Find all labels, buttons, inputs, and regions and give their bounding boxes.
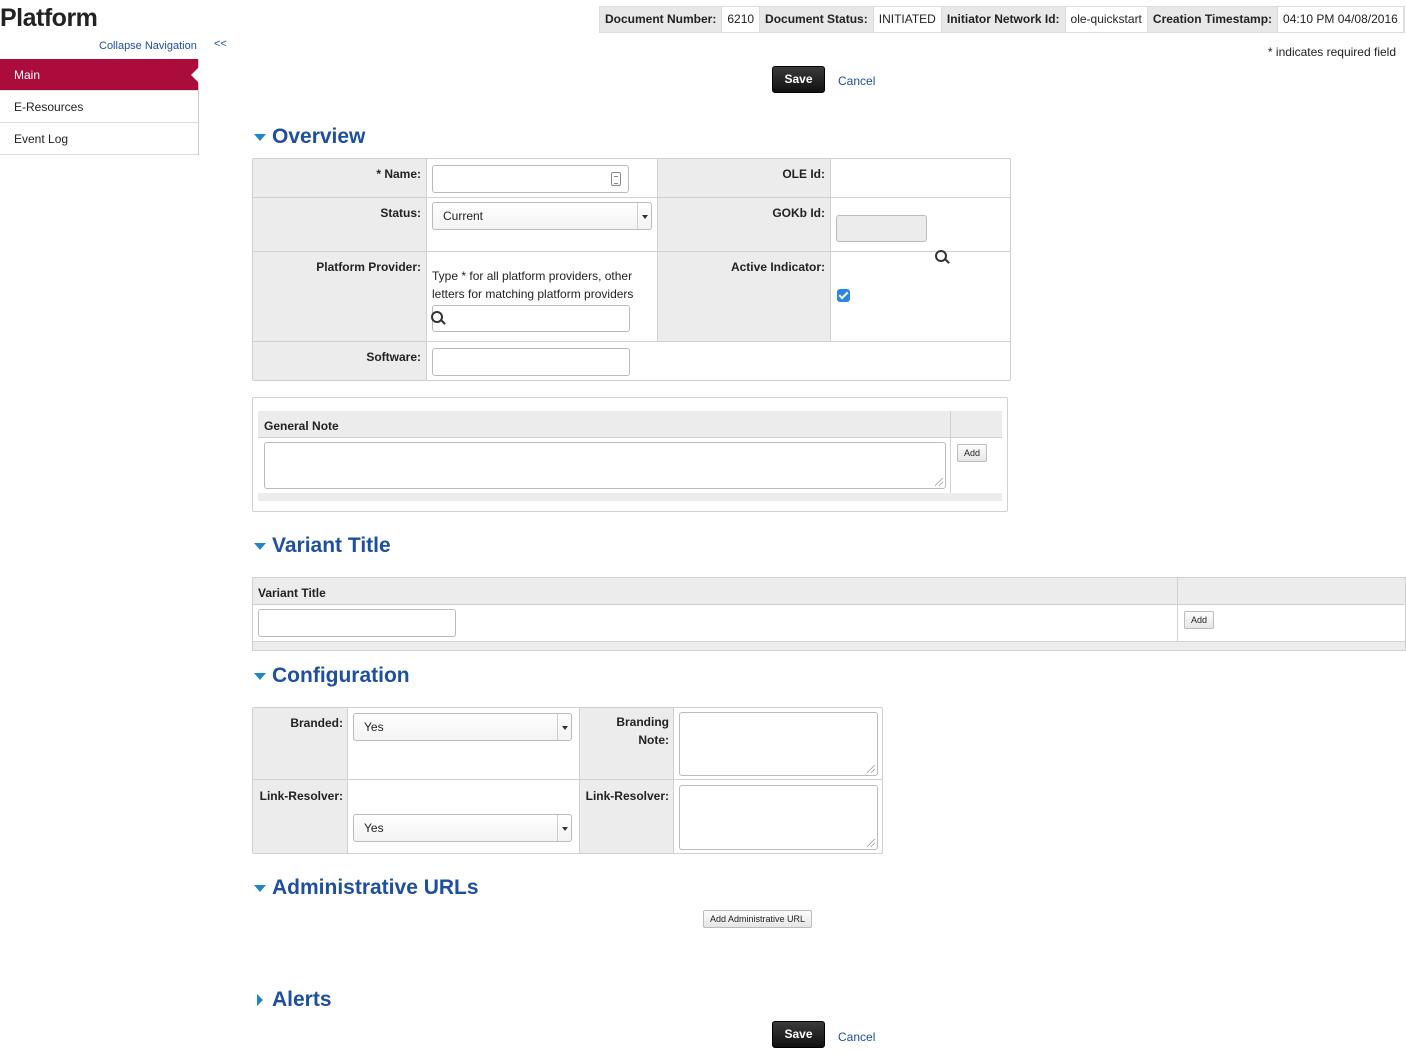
document-header: Document Number: 6210 Document Status: I…: [599, 6, 1405, 33]
document-status-value: INITIATED: [872, 7, 942, 32]
link-resolver-label: Link-Resolver:: [259, 789, 343, 803]
input-helper-icon: [611, 172, 621, 186]
variant-title-section-header[interactable]: Variant Title: [253, 534, 391, 558]
general-note-header: General Note: [264, 419, 339, 433]
caret-down-icon: [254, 884, 266, 892]
link-resolver-note-textarea[interactable]: [679, 785, 878, 850]
configuration-section-header[interactable]: Configuration: [253, 664, 410, 688]
branding-note-label-line-2: Note:: [638, 733, 669, 747]
variant-title-column-header: Variant Title: [258, 586, 326, 600]
active-indicator-checkbox[interactable]: [837, 289, 850, 302]
gokb-id-label: GOKb Id:: [772, 206, 825, 220]
ole-id-label: OLE Id:: [782, 167, 825, 181]
alerts-section-header[interactable]: Alerts: [253, 988, 332, 1012]
overview-title: Overview: [272, 125, 366, 148]
link-resolver-note-label: Link-Resolver:: [585, 789, 669, 803]
software-input[interactable]: [432, 348, 630, 376]
gokb-id-input: [836, 215, 927, 242]
resize-grip-icon[interactable]: [867, 839, 875, 847]
general-note-header-row: [258, 411, 1002, 438]
name-label: * Name:: [376, 167, 421, 181]
link-resolver-select[interactable]: Yes: [353, 814, 572, 842]
row-divider: [253, 779, 882, 780]
resize-grip-icon[interactable]: [935, 478, 943, 486]
sidebar: Main E-Resources Event Log: [0, 59, 199, 155]
dropdown-arrow-icon: [557, 815, 571, 841]
initiator-label: Initiator Network Id:: [941, 7, 1065, 32]
branded-label: Branded:: [290, 716, 343, 730]
save-button-bottom[interactable]: Save: [772, 1021, 825, 1048]
required-field-note: * indicates required field: [1267, 45, 1396, 59]
resize-grip-icon[interactable]: [867, 765, 875, 773]
branded-select[interactable]: Yes: [353, 713, 572, 741]
branding-note-label: Branding Note:: [579, 713, 669, 749]
variant-title-add-button[interactable]: Add: [1184, 611, 1215, 629]
software-label: Software:: [366, 350, 421, 364]
column-divider: [1177, 578, 1178, 650]
branded-selected-value: Yes: [364, 720, 384, 734]
caret-down-icon: [254, 672, 266, 680]
sidebar-item-e-resources[interactable]: E-Resources: [0, 91, 198, 123]
cancel-button-bottom[interactable]: Cancel: [838, 1030, 875, 1044]
name-input[interactable]: [432, 165, 629, 193]
administrative-urls-section-header[interactable]: Administrative URLs: [253, 876, 479, 900]
initiator-value: ole-quickstart: [1064, 7, 1148, 32]
variant-title-input[interactable]: [258, 609, 456, 637]
overview-panel: * Name: Status: Current Platform Provide…: [252, 158, 1011, 381]
collapse-navigation-link[interactable]: Collapse Navigation: [99, 40, 197, 52]
link-resolver-selected-value: Yes: [364, 821, 384, 835]
general-note-textarea[interactable]: [264, 442, 946, 489]
alerts-title: Alerts: [272, 988, 332, 1011]
general-note-panel: General Note Add: [252, 397, 1008, 512]
creation-timestamp-label: Creation Timestamp:: [1147, 7, 1278, 32]
status-selected-value: Current: [443, 209, 484, 223]
variant-title-header-row: [253, 578, 1405, 605]
variant-title-title: Variant Title: [272, 534, 391, 557]
sidebar-item-event-log[interactable]: Event Log: [0, 123, 198, 155]
status-select[interactable]: Current: [432, 202, 652, 230]
cancel-button-top[interactable]: Cancel: [838, 74, 875, 88]
branding-note-label-line-1: Branding: [616, 715, 669, 729]
platform-provider-input[interactable]: [432, 305, 630, 332]
status-label: Status:: [380, 206, 421, 220]
configuration-title: Configuration: [272, 664, 410, 687]
caret-right-icon: [257, 994, 263, 1006]
variant-title-table: Variant Title Add: [252, 577, 1406, 651]
overview-section-header[interactable]: Overview: [253, 125, 365, 149]
dropdown-arrow-icon: [637, 203, 651, 229]
general-note-footer-row: [258, 493, 1002, 501]
add-administrative-url-button[interactable]: Add Administrative URL: [703, 910, 813, 928]
document-number-label: Document Number:: [600, 7, 722, 32]
active-indicator-label: Active Indicator:: [730, 260, 825, 274]
sidebar-item-main[interactable]: Main: [0, 59, 199, 91]
branding-note-textarea[interactable]: [679, 712, 878, 776]
general-note-add-button[interactable]: Add: [957, 444, 988, 462]
column-divider: [950, 411, 951, 494]
administrative-urls-title: Administrative URLs: [272, 876, 479, 899]
collapse-navigation-arrows[interactable]: <<: [214, 38, 227, 50]
configuration-panel: Branded: Yes Branding Note: Link-Resolve…: [252, 707, 883, 854]
platform-provider-label: Platform Provider:: [316, 260, 421, 274]
row-divider: [253, 197, 1010, 198]
overview-right-label-column: [657, 159, 831, 341]
document-status-label: Document Status:: [760, 7, 873, 32]
dropdown-arrow-icon: [557, 714, 571, 740]
variant-title-footer-row: [253, 641, 1405, 650]
row-divider: [253, 251, 1010, 252]
caret-down-icon: [254, 542, 266, 550]
row-divider: [253, 341, 1010, 342]
document-number-value: 6210: [721, 7, 761, 32]
platform-provider-hint: Type * for all platform providers, other…: [432, 269, 634, 301]
save-button-top[interactable]: Save: [772, 66, 825, 93]
caret-down-icon: [254, 133, 266, 141]
creation-timestamp-value: 04:10 PM 04/08/2016: [1277, 7, 1404, 32]
page-title: Platform: [0, 4, 98, 32]
